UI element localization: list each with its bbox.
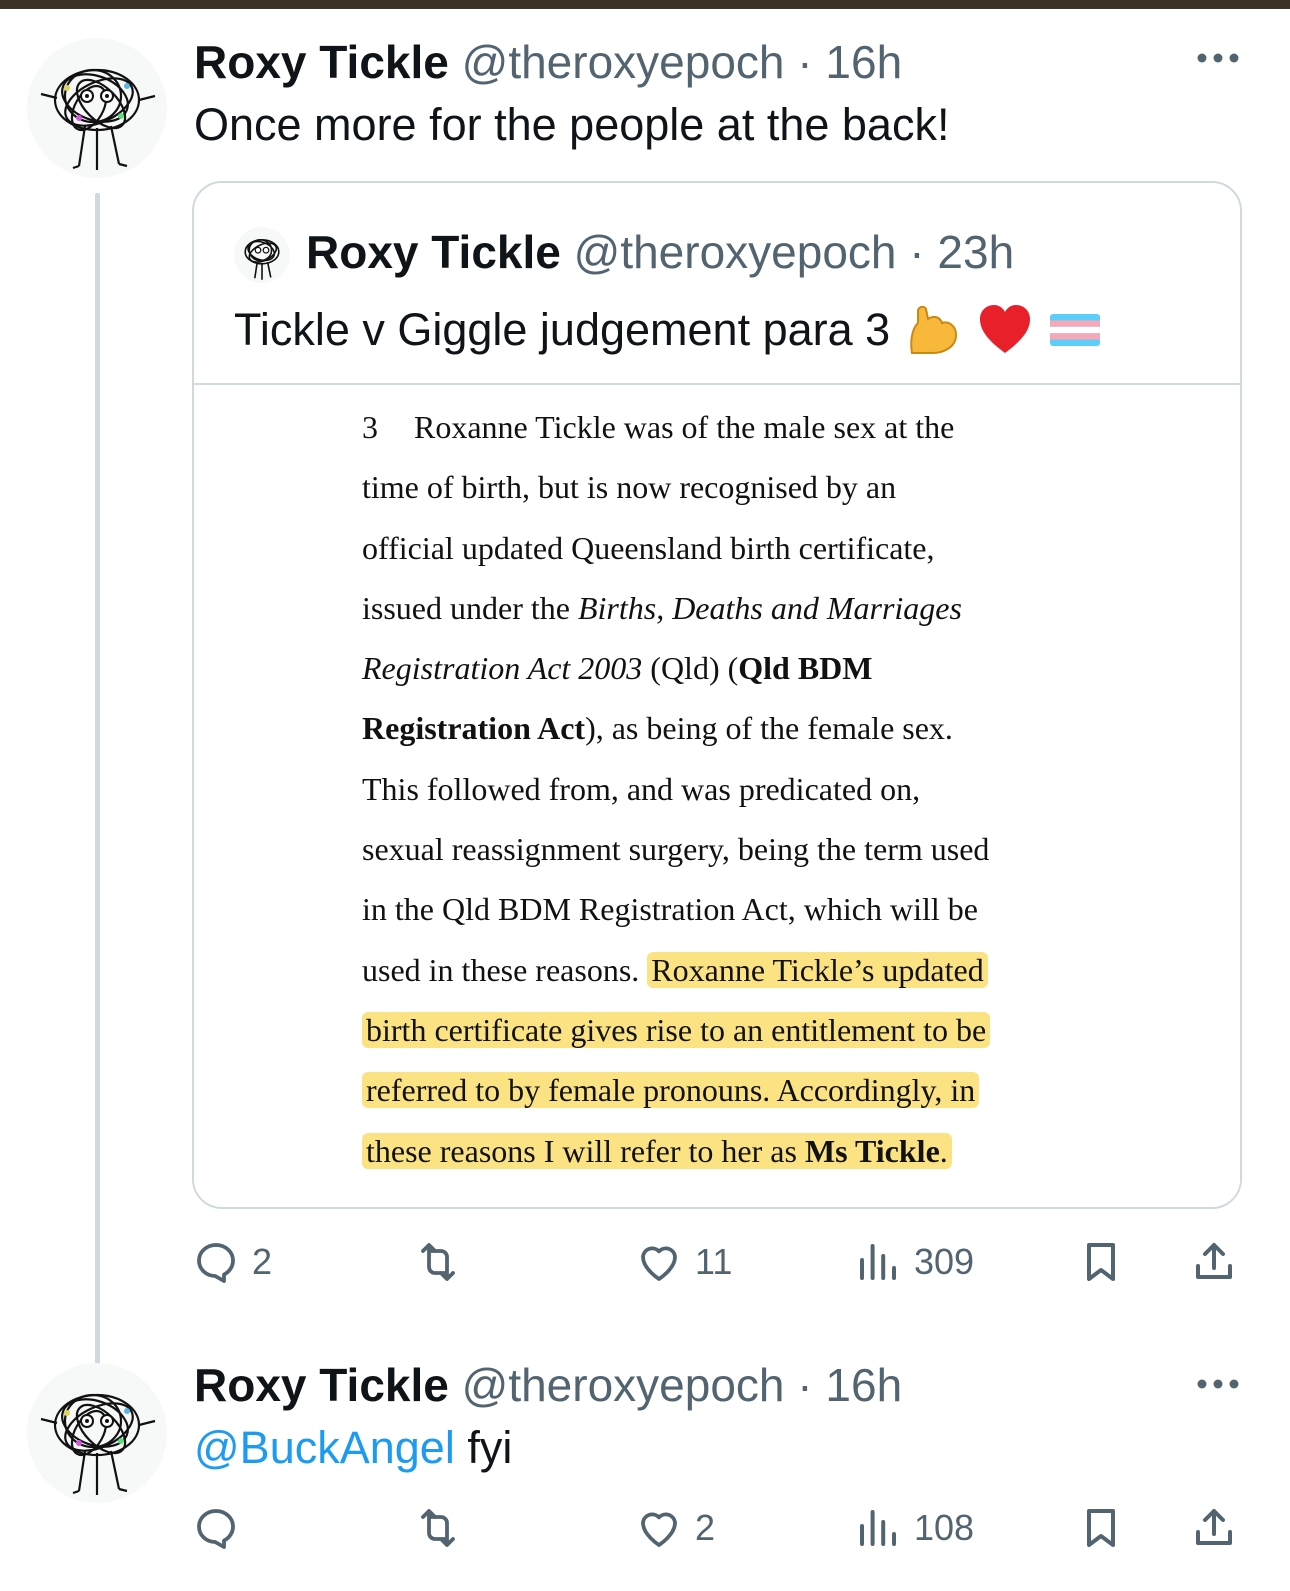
defined-term: Qld BDM — [738, 650, 873, 687]
doc-text: ), as being of the female sex. — [585, 710, 953, 747]
views-chart-icon — [860, 1510, 896, 1546]
separator-dot: · — [797, 36, 813, 88]
quoted-author-name: Roxy Tickle — [306, 226, 561, 278]
defined-term: Registration Act — [362, 710, 586, 747]
doc-text: . — [939, 1132, 948, 1169]
avatar[interactable] — [27, 38, 167, 178]
highlighted-text: these reasons I will refer to her as Ms … — [362, 1132, 952, 1169]
top-bar — [0, 0, 1290, 9]
transgender-flag-emoji — [1048, 310, 1102, 350]
author-handle[interactable]: @theroxyepoch — [462, 36, 785, 88]
bookmark-button[interactable] — [1077, 1498, 1125, 1558]
views-button[interactable]: 309 — [854, 1232, 974, 1292]
avatar-scribble-icon — [27, 38, 167, 178]
bookmark-icon — [1087, 1243, 1115, 1281]
view-count: 309 — [914, 1241, 975, 1282]
quoted-header: Roxy Tickle @theroxyepoch · 23h — [306, 223, 1014, 281]
quoted-author-handle: @theroxyepoch — [573, 226, 897, 278]
tweet-text: @BuckAngel fyi — [194, 1420, 512, 1476]
avatar-scribble-icon — [234, 227, 290, 283]
share-button[interactable] — [1190, 1232, 1238, 1292]
separator-dot: · — [909, 226, 925, 278]
timestamp[interactable]: 16h — [825, 1359, 902, 1411]
quoted-avatar — [234, 227, 290, 283]
view-count: 108 — [914, 1507, 975, 1548]
author-name[interactable]: Roxy Tickle — [194, 1359, 449, 1411]
highlighted-text: Roxanne Tickle’s updated — [647, 951, 988, 988]
highlighted-text: referred to by female pronouns. Accordin… — [362, 1072, 980, 1109]
avatar[interactable] — [27, 1363, 167, 1503]
avatar-scribble-icon — [27, 1363, 167, 1503]
quoted-text: Tickle v Giggle judgement para 3 — [234, 304, 891, 355]
judgement-document-image[interactable]: 3 Roxanne Tickle was of the male sex at t… — [194, 385, 1240, 1207]
reply-button[interactable]: 2 — [192, 1232, 272, 1292]
doc-line: This followed from, and was predicated o… — [362, 770, 921, 807]
doc-line: in the Qld BDM Registration Act, which w… — [362, 891, 978, 928]
reply-icon — [197, 1509, 235, 1549]
doc-text: (Qld) ( — [650, 650, 739, 687]
doc-text: used in these reasons. — [362, 951, 640, 988]
act-title-italic: Births, Deaths and Marriages — [577, 589, 962, 626]
tweet-text: Once more for the people at the back! — [194, 99, 950, 150]
flexed-biceps-emoji — [904, 301, 962, 359]
timestamp[interactable]: 16h — [825, 36, 902, 88]
retweet-button[interactable] — [414, 1498, 462, 1558]
paragraph-number: 3 — [362, 409, 378, 445]
doc-line: time of birth, but is now recognised by … — [362, 469, 897, 506]
more-options-icon[interactable] — [1193, 48, 1243, 68]
thread-connector-line — [95, 193, 100, 1371]
quoted-text-row: Tickle v Giggle judgement para 3 — [234, 301, 1102, 359]
author-name[interactable]: Roxy Tickle — [194, 36, 449, 88]
author-handle[interactable]: @theroxyepoch — [462, 1359, 785, 1411]
reply-button[interactable] — [192, 1498, 252, 1558]
tweet-body: fyi — [467, 1422, 513, 1473]
mention-link[interactable]: @BuckAngel — [194, 1422, 455, 1473]
more-options-icon[interactable] — [1193, 1374, 1243, 1394]
doc-line: issued under the — [362, 589, 570, 626]
like-count: 2 — [695, 1507, 716, 1548]
views-chart-icon — [860, 1244, 896, 1280]
highlighted-text: birth certificate gives rise to an entit… — [362, 1011, 991, 1048]
tweet-header: Roxy Tickle @theroxyepoch · 16h — [194, 1357, 902, 1413]
retweet-icon — [421, 1243, 455, 1281]
like-button[interactable]: 11 — [635, 1232, 732, 1292]
quoted-timestamp: 23h — [937, 226, 1015, 278]
doc-line: Roxanne Tickle was of the male sex at th… — [414, 409, 955, 445]
reply-icon — [197, 1243, 235, 1283]
heart-icon — [641, 1512, 677, 1547]
retweet-icon — [421, 1509, 455, 1547]
share-icon — [1196, 1243, 1232, 1279]
tweet-actions: 2 108 — [192, 1498, 1242, 1558]
tweet-header: Roxy Tickle @theroxyepoch · 16h — [194, 34, 902, 90]
like-count: 11 — [695, 1241, 733, 1282]
quoted-tweet-card[interactable]: Roxy Tickle @theroxyepoch · 23h Tickle v… — [192, 181, 1242, 1209]
like-button[interactable]: 2 — [635, 1498, 715, 1558]
bookmark-button[interactable] — [1077, 1232, 1125, 1292]
tweet-actions: 2 11 309 — [192, 1232, 1242, 1292]
bookmark-icon — [1087, 1509, 1115, 1547]
doc-text: these reasons I will refer to her as — [366, 1132, 797, 1169]
heart-icon — [641, 1246, 677, 1281]
share-button[interactable] — [1190, 1498, 1238, 1558]
doc-line: sexual reassignment surgery, being the t… — [362, 831, 990, 868]
separator-dot: · — [797, 1359, 813, 1411]
act-title-italic: Registration Act 2003 — [362, 650, 643, 687]
doc-line: official updated Queensland birth certif… — [362, 529, 935, 566]
red-heart-emoji — [976, 301, 1034, 359]
reply-count: 2 — [252, 1241, 273, 1282]
defined-term: Ms Tickle — [804, 1132, 940, 1169]
retweet-button[interactable] — [414, 1232, 462, 1292]
judgement-paragraph: 3 Roxanne Tickle was of the male sex at t… — [362, 397, 1062, 1181]
views-button[interactable]: 108 — [854, 1498, 974, 1558]
share-icon — [1196, 1509, 1232, 1545]
